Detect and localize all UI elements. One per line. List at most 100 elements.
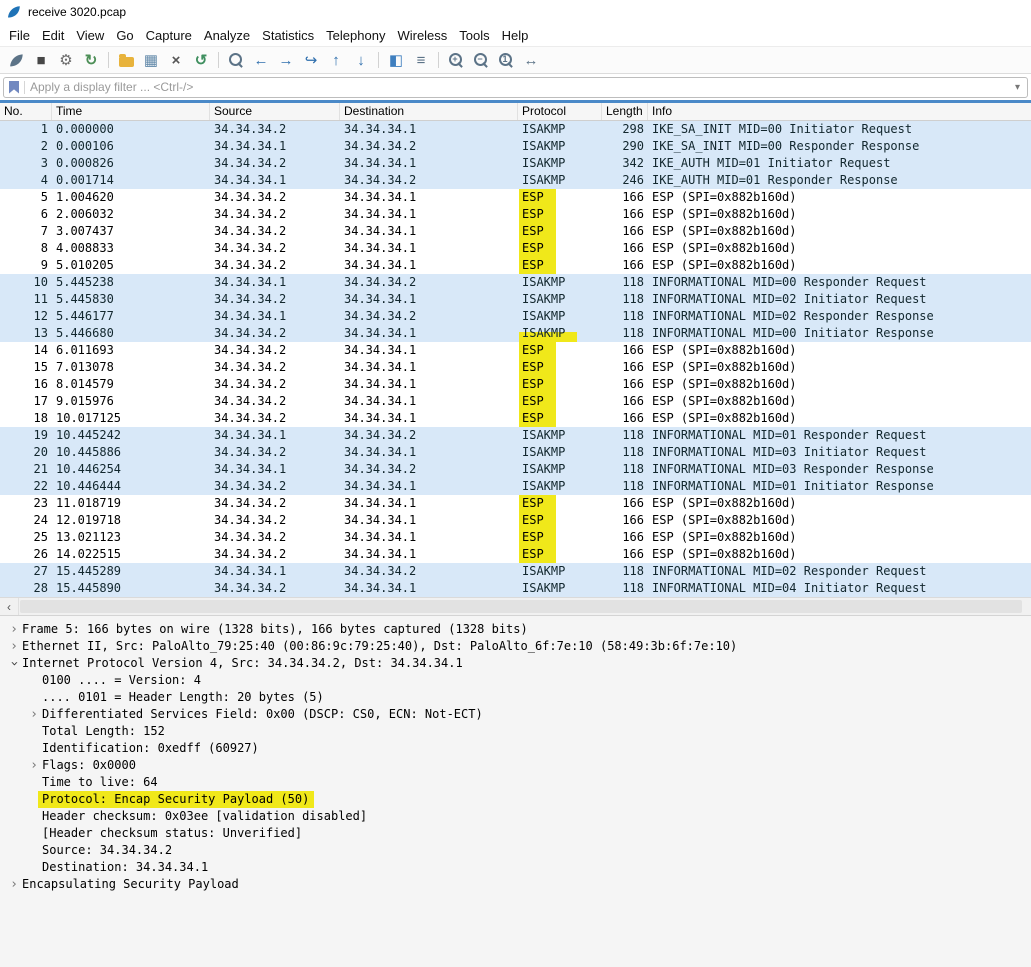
detail-line[interactable]: .... 0101 = Header Length: 20 bytes (5) <box>0 689 1031 706</box>
menu-item-statistics[interactable]: Statistics <box>256 26 320 45</box>
packet-row[interactable]: 2614.02251534.34.34.234.34.34.1ESP166ESP… <box>0 546 1031 563</box>
packet-row[interactable]: 146.01169334.34.34.234.34.34.1ESP166ESP … <box>0 342 1031 359</box>
zoom-out-icon[interactable]: − <box>469 49 493 72</box>
go-to-top-icon[interactable]: ↑ <box>324 49 348 72</box>
expand-icon[interactable]: › <box>26 757 42 774</box>
column-header-info[interactable]: Info <box>648 103 1031 120</box>
packet-row[interactable]: 179.01597634.34.34.234.34.34.1ESP166ESP … <box>0 393 1031 410</box>
cell-no: 28 <box>0 580 52 597</box>
reload-file-icon[interactable]: ↺ <box>189 49 213 72</box>
menu-item-analyze[interactable]: Analyze <box>198 26 256 45</box>
detail-line[interactable]: [Header checksum status: Unverified] <box>0 825 1031 842</box>
packet-row[interactable]: 20.00010634.34.34.134.34.34.2ISAKMP290IK… <box>0 138 1031 155</box>
go-to-bottom-icon[interactable]: ↓ <box>349 49 373 72</box>
detail-line[interactable]: ›Encapsulating Security Payload <box>0 876 1031 893</box>
packet-row[interactable]: 2715.44528934.34.34.134.34.34.2ISAKMP118… <box>0 563 1031 580</box>
restart-capture-icon[interactable]: ↻ <box>79 49 103 72</box>
scrollbar-track[interactable] <box>19 598 1031 615</box>
detail-line[interactable]: Source: 34.34.34.2 <box>0 842 1031 859</box>
packet-row[interactable]: 157.01307834.34.34.234.34.34.1ESP166ESP … <box>0 359 1031 376</box>
packet-row[interactable]: 2311.01871934.34.34.234.34.34.1ESP166ESP… <box>0 495 1031 512</box>
expand-icon[interactable]: › <box>6 876 22 893</box>
zoom-original-icon[interactable]: 1 <box>494 49 518 72</box>
column-header-source[interactable]: Source <box>210 103 340 120</box>
capture-options-icon[interactable]: ⚙ <box>54 49 78 72</box>
zoom-in-icon[interactable]: + <box>444 49 468 72</box>
expand-icon[interactable]: › <box>6 621 22 638</box>
menu-item-telephony[interactable]: Telephony <box>320 26 391 45</box>
packet-row[interactable]: 1910.44524234.34.34.134.34.34.2ISAKMP118… <box>0 427 1031 444</box>
packet-row[interactable]: 135.44668034.34.34.234.34.34.1ISAKMP118I… <box>0 325 1031 342</box>
filter-bookmark-icon[interactable] <box>9 81 19 94</box>
menu-item-view[interactable]: View <box>70 26 110 45</box>
detail-line[interactable]: Identification: 0xedff (60927) <box>0 740 1031 757</box>
display-filter-field[interactable]: ▾ <box>3 77 1028 98</box>
menu-item-tools[interactable]: Tools <box>453 26 495 45</box>
packet-row[interactable]: 2010.44588634.34.34.234.34.34.1ISAKMP118… <box>0 444 1031 461</box>
cell-time: 5.445830 <box>52 291 210 308</box>
auto-scroll-icon[interactable]: ≡ <box>409 49 433 72</box>
go-forward-icon[interactable]: → <box>274 49 298 72</box>
cell-source: 34.34.34.2 <box>210 189 340 206</box>
go-back-icon[interactable]: ← <box>249 49 273 72</box>
column-header-length[interactable]: Length <box>602 103 648 120</box>
column-header-protocol[interactable]: Protocol <box>518 103 602 120</box>
packet-row[interactable]: 2110.44625434.34.34.134.34.34.2ISAKMP118… <box>0 461 1031 478</box>
collapse-icon[interactable]: › <box>6 656 23 672</box>
detail-line[interactable]: Header checksum: 0x03ee [validation disa… <box>0 808 1031 825</box>
packet-row[interactable]: 125.44617734.34.34.134.34.34.2ISAKMP118I… <box>0 308 1031 325</box>
packet-row[interactable]: 84.00883334.34.34.234.34.34.1ESP166ESP (… <box>0 240 1031 257</box>
detail-line[interactable]: 0100 .... = Version: 4 <box>0 672 1031 689</box>
resize-columns-icon[interactable]: ↔ <box>519 49 543 72</box>
go-to-packet-icon[interactable]: ↪ <box>299 49 323 72</box>
packet-row[interactable]: 51.00462034.34.34.234.34.34.1ESP166ESP (… <box>0 189 1031 206</box>
horizontal-scrollbar[interactable]: ‹ <box>0 597 1031 616</box>
detail-line[interactable]: ›Differentiated Services Field: 0x00 (DS… <box>0 706 1031 723</box>
detail-line[interactable]: ›Frame 5: 166 bytes on wire (1328 bits),… <box>0 621 1031 638</box>
open-file-icon[interactable] <box>114 49 138 72</box>
packet-row[interactable]: 115.44583034.34.34.234.34.34.1ISAKMP118I… <box>0 291 1031 308</box>
packet-row[interactable]: 2210.44644434.34.34.234.34.34.1ISAKMP118… <box>0 478 1031 495</box>
expand-icon[interactable]: › <box>26 706 42 723</box>
filter-dropdown-icon[interactable]: ▾ <box>1015 82 1022 93</box>
packet-row[interactable]: 105.44523834.34.34.134.34.34.2ISAKMP118I… <box>0 274 1031 291</box>
menu-item-edit[interactable]: Edit <box>36 26 70 45</box>
scrollbar-thumb[interactable] <box>20 600 1022 613</box>
packet-row[interactable]: 73.00743734.34.34.234.34.34.1ESP166ESP (… <box>0 223 1031 240</box>
cell-time: 9.015976 <box>52 393 210 410</box>
column-header-time[interactable]: Time <box>52 103 210 120</box>
detail-line[interactable]: ›Internet Protocol Version 4, Src: 34.34… <box>0 655 1031 672</box>
menu-item-file[interactable]: File <box>3 26 36 45</box>
menu-item-capture[interactable]: Capture <box>140 26 198 45</box>
column-header-destination[interactable]: Destination <box>340 103 518 120</box>
packet-row[interactable]: 40.00171434.34.34.134.34.34.2ISAKMP246IK… <box>0 172 1031 189</box>
stop-capture-icon[interactable]: ■ <box>29 49 53 72</box>
detail-line[interactable]: Destination: 34.34.34.1 <box>0 859 1031 876</box>
packet-row[interactable]: 10.00000034.34.34.234.34.34.1ISAKMP298IK… <box>0 121 1031 138</box>
close-file-icon[interactable]: × <box>164 49 188 72</box>
packet-row[interactable]: 62.00603234.34.34.234.34.34.1ESP166ESP (… <box>0 206 1031 223</box>
column-header-no[interactable]: No. <box>0 103 52 120</box>
packet-row[interactable]: 2513.02112334.34.34.234.34.34.1ESP166ESP… <box>0 529 1031 546</box>
expand-icon[interactable]: › <box>6 638 22 655</box>
detail-line[interactable]: Protocol: Encap Security Payload (50) <box>0 791 1031 808</box>
menu-item-help[interactable]: Help <box>496 26 535 45</box>
packet-row[interactable]: 2412.01971834.34.34.234.34.34.1ESP166ESP… <box>0 512 1031 529</box>
packet-row[interactable]: 30.00082634.34.34.234.34.34.1ISAKMP342IK… <box>0 155 1031 172</box>
save-file-icon[interactable]: ▦ <box>139 49 163 72</box>
start-capture-icon[interactable] <box>4 49 28 72</box>
detail-line[interactable]: Total Length: 152 <box>0 723 1031 740</box>
menu-item-wireless[interactable]: Wireless <box>391 26 453 45</box>
packet-row[interactable]: 2815.44589034.34.34.234.34.34.1ISAKMP118… <box>0 580 1031 597</box>
detail-line[interactable]: ›Ethernet II, Src: PaloAlto_79:25:40 (00… <box>0 638 1031 655</box>
colorize-icon[interactable]: ◧ <box>384 49 408 72</box>
scroll-left-button[interactable]: ‹ <box>0 598 19 615</box>
find-packet-icon[interactable] <box>224 49 248 72</box>
detail-line[interactable]: ›Flags: 0x0000 <box>0 757 1031 774</box>
detail-line[interactable]: Time to live: 64 <box>0 774 1031 791</box>
display-filter-input[interactable] <box>30 80 1010 94</box>
menu-item-go[interactable]: Go <box>110 26 139 45</box>
packet-row[interactable]: 95.01020534.34.34.234.34.34.1ESP166ESP (… <box>0 257 1031 274</box>
packet-row[interactable]: 1810.01712534.34.34.234.34.34.1ESP166ESP… <box>0 410 1031 427</box>
packet-row[interactable]: 168.01457934.34.34.234.34.34.1ESP166ESP … <box>0 376 1031 393</box>
